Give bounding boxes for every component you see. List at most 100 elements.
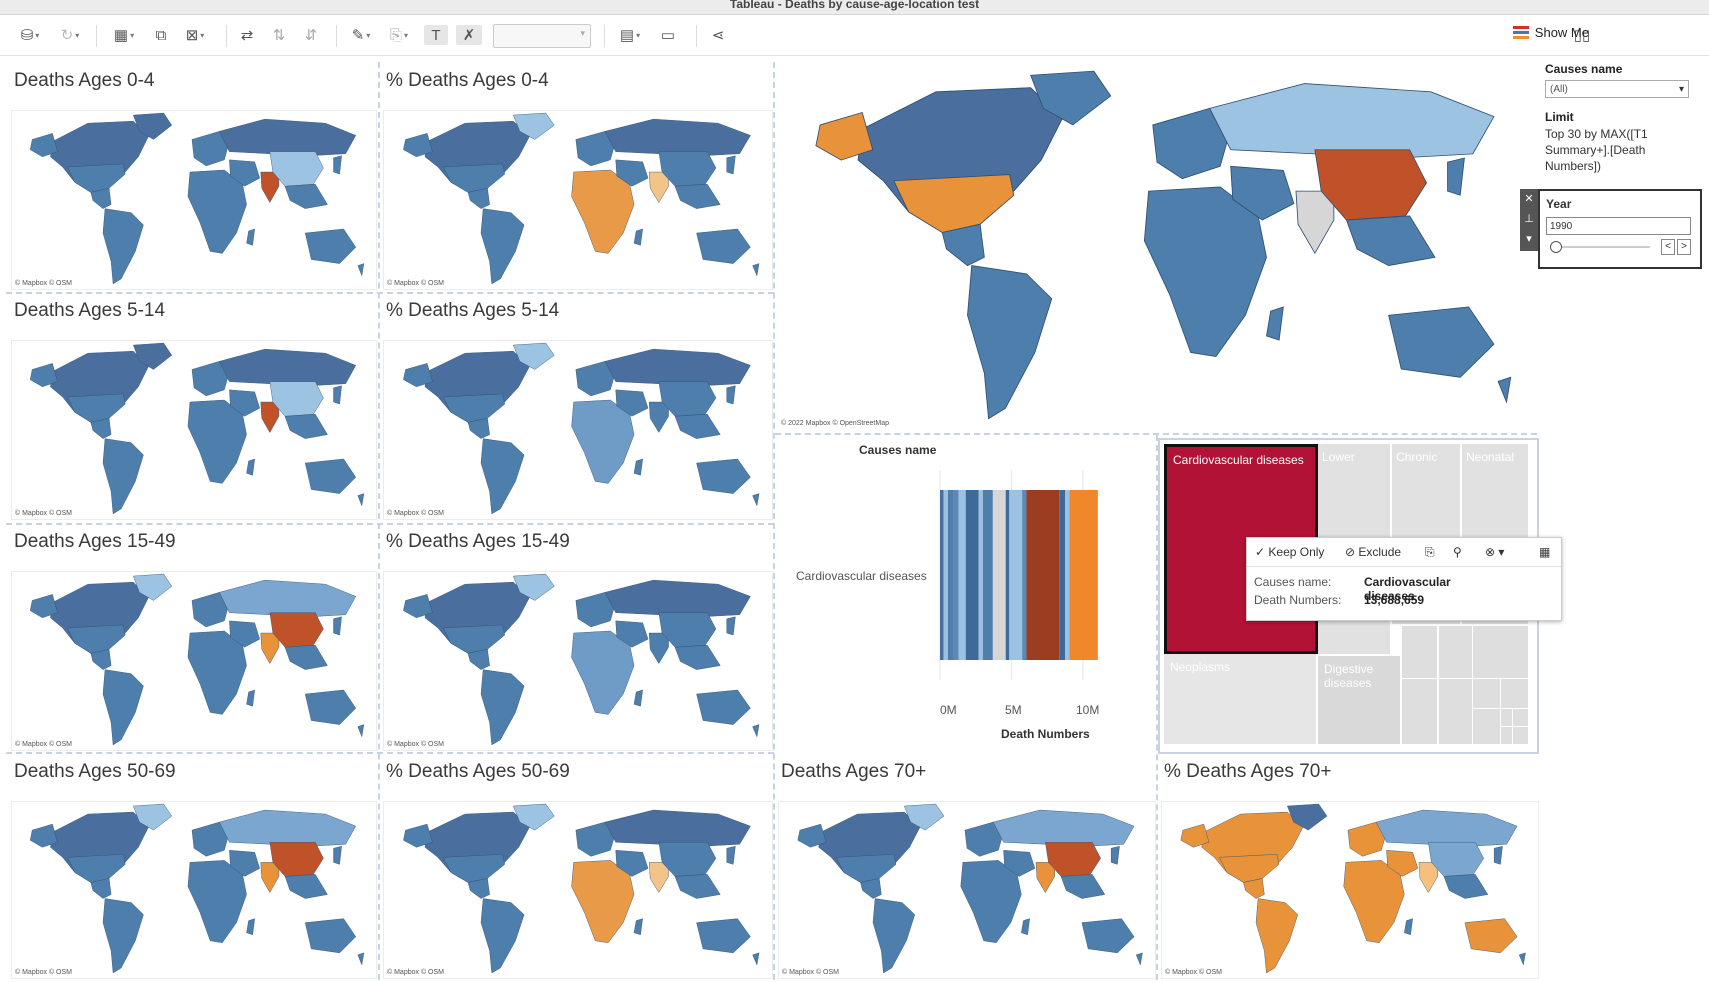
treemap-cell-neoplasms[interactable]: Neoplasms [1164, 654, 1316, 744]
year-prev-button[interactable]: < [1661, 239, 1675, 255]
world-map[interactable]: © Mapbox © OSM [11, 110, 377, 290]
show-labels-icon[interactable]: T [424, 25, 448, 45]
bar-segment[interactable] [943, 490, 948, 660]
close-icon[interactable]: ✕ [1520, 189, 1538, 209]
country-region[interactable] [1110, 845, 1120, 865]
country-region[interactable] [102, 898, 144, 974]
country-region[interactable] [893, 174, 1015, 233]
datasource-icon[interactable]: ⛁ ▾ [14, 25, 46, 45]
country-region[interactable] [992, 809, 1135, 847]
bar-segment[interactable] [940, 490, 944, 660]
country-region[interactable] [604, 348, 751, 386]
year-slider-handle[interactable] [1550, 241, 1562, 253]
country-region[interactable] [1143, 186, 1267, 358]
treemap-cell-other[interactable] [1402, 626, 1528, 744]
new-worksheet-icon[interactable]: ▦ ▾ [108, 25, 140, 45]
country-region[interactable] [1447, 157, 1465, 196]
country-region[interactable] [726, 385, 736, 405]
country-region[interactable] [357, 263, 365, 277]
world-map[interactable]: © Mapbox © OSM [11, 801, 377, 979]
country-region[interactable] [1035, 862, 1055, 893]
country-region[interactable] [1343, 860, 1405, 944]
country-region[interactable] [815, 111, 874, 161]
country-region[interactable] [1255, 898, 1299, 974]
world-map[interactable]: © Mapbox © OSM [11, 571, 377, 751]
country-region[interactable] [284, 645, 328, 670]
country-region[interactable] [1493, 845, 1503, 865]
sort-ascending-icon[interactable]: ⇅ [268, 25, 290, 45]
bar-segment[interactable] [978, 490, 983, 660]
country-region[interactable] [67, 854, 126, 883]
country-region[interactable] [218, 809, 357, 847]
country-region[interactable] [284, 414, 328, 439]
country-region[interactable] [752, 724, 760, 738]
country-region[interactable] [29, 363, 58, 387]
country-region[interactable] [304, 228, 357, 264]
bar-segment[interactable] [1059, 490, 1065, 660]
sort-descending-icon[interactable]: ⇵ [300, 25, 322, 45]
country-region[interactable] [442, 854, 505, 883]
duplicate-sheet-icon[interactable]: ⧉ [150, 25, 172, 45]
year-next-button[interactable]: > [1677, 239, 1691, 255]
bar-segment[interactable] [1009, 490, 1023, 660]
country-region[interactable] [696, 458, 751, 494]
country-region[interactable] [633, 228, 643, 246]
country-region[interactable] [648, 401, 669, 433]
year-slider-track[interactable] [1550, 246, 1650, 248]
country-region[interactable] [246, 458, 255, 476]
bar-segment[interactable] [1005, 490, 1010, 660]
country-region[interactable] [571, 399, 635, 484]
country-region[interactable] [333, 616, 342, 636]
country-region[interactable] [648, 862, 669, 893]
country-region[interactable] [648, 171, 669, 203]
country-region[interactable] [1375, 809, 1518, 847]
presentation-icon[interactable]: ▭ [656, 25, 680, 45]
country-region[interactable] [304, 689, 357, 725]
country-region[interactable] [187, 399, 247, 484]
country-region[interactable] [571, 860, 635, 944]
country-region[interactable] [284, 184, 328, 209]
country-region[interactable] [357, 952, 365, 966]
country-region[interactable] [752, 952, 760, 966]
country-region[interactable] [1345, 215, 1436, 267]
world-map[interactable]: © Mapbox © OSM [383, 801, 773, 979]
country-region[interactable] [633, 458, 643, 476]
show-cards-icon[interactable]: ▤ ▾ [614, 25, 646, 45]
bar-segment[interactable] [992, 490, 1006, 660]
country-region[interactable] [187, 860, 247, 944]
treemap-cell-digestive[interactable]: Digestive diseases [1318, 656, 1400, 744]
bar-segment[interactable] [1065, 490, 1070, 660]
country-region[interactable] [357, 493, 365, 507]
swap-icon[interactable]: ⇄ [236, 25, 258, 45]
country-region[interactable] [333, 845, 342, 865]
country-region[interactable] [836, 854, 897, 883]
country-region[interactable] [674, 874, 721, 899]
country-region[interactable] [674, 645, 721, 670]
country-region[interactable] [442, 624, 505, 654]
country-region[interactable] [333, 155, 342, 175]
country-region[interactable] [752, 493, 760, 507]
country-region[interactable] [1219, 854, 1280, 883]
country-region[interactable] [246, 689, 255, 707]
country-region[interactable] [218, 348, 357, 386]
country-region[interactable] [333, 385, 342, 405]
country-region[interactable] [1209, 83, 1495, 159]
country-region[interactable] [752, 263, 760, 277]
country-region[interactable] [29, 133, 58, 157]
country-region[interactable] [246, 228, 255, 246]
country-region[interactable] [187, 630, 247, 715]
country-region[interactable] [1135, 952, 1143, 966]
highlight-icon[interactable]: ✎ ▾ [346, 25, 376, 45]
bar-segment[interactable] [1069, 490, 1098, 660]
fix-axes-icon[interactable]: ✗ [456, 25, 482, 45]
causes-filter-dropdown[interactable]: (All) [1545, 80, 1689, 99]
country-region[interactable] [674, 184, 721, 209]
country-region[interactable] [1180, 823, 1210, 848]
country-region[interactable] [604, 809, 751, 847]
country-region[interactable] [726, 155, 736, 175]
country-region[interactable] [102, 208, 144, 285]
bar-segment[interactable] [982, 490, 993, 660]
country-region[interactable] [304, 458, 357, 494]
country-region[interactable] [696, 689, 751, 725]
view-data-icon[interactable]: ▦ [1539, 545, 1550, 559]
